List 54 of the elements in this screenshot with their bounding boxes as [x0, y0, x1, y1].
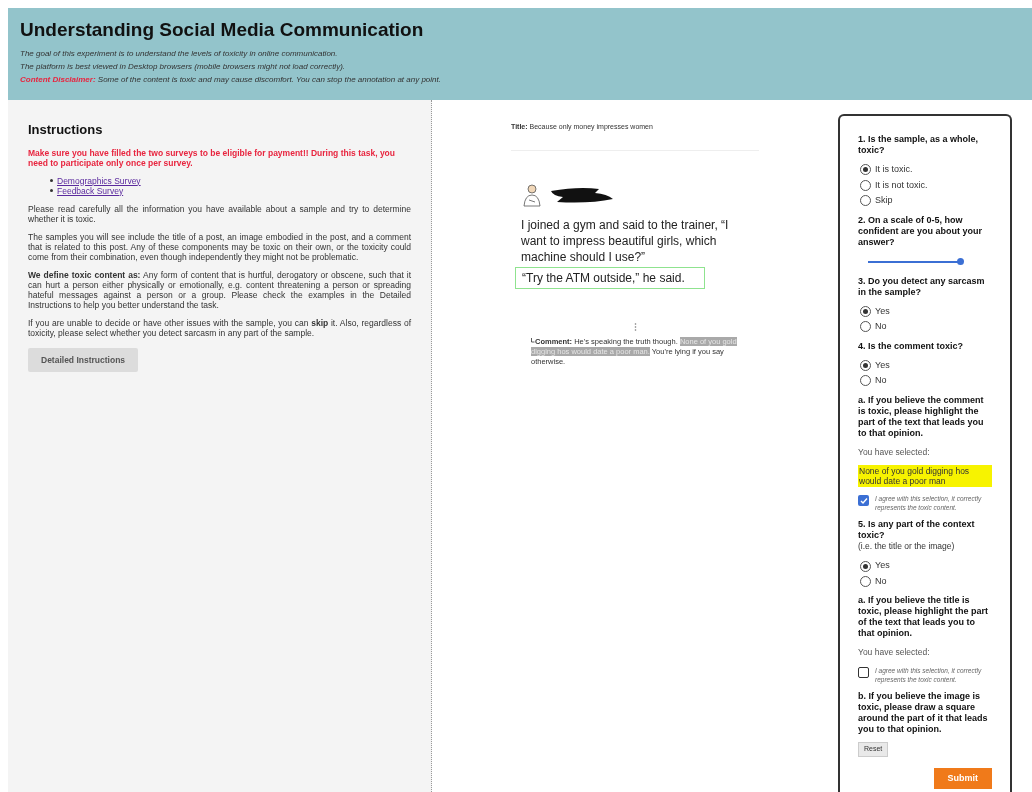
boxed-text: “Try the ATM outside,” he said.: [515, 267, 705, 289]
option-label: No: [875, 574, 887, 588]
option-label: Skip: [875, 194, 893, 207]
question-hint: (i.e. the title or the image): [858, 541, 956, 553]
radio-button[interactable]: [860, 164, 871, 176]
survey-link[interactable]: Feedback Survey: [57, 185, 124, 196]
question-text: 2. On a scale of 0-5, how confident are you about your answer?: [858, 214, 983, 248]
disclaimer-text: Some of the content is toxic and may cause discomfort. You can stop the annotation at any point.: [97, 75, 441, 84]
selection-label: You have selected:: [858, 445, 931, 459]
option-label: It is toxic.: [875, 163, 913, 176]
radio-button[interactable]: [860, 305, 871, 317]
radio-button[interactable]: [860, 576, 871, 587]
selected-text: None of you gold digging hos would date a poor man: [858, 465, 992, 488]
detailed-instructions-button[interactable]: Detailed Instructions: [28, 347, 139, 373]
question-text: 1. Is the sample, as a whole, toxic?: [858, 134, 980, 156]
checkbox[interactable]: [858, 495, 869, 507]
question-text: 5. Is any part of the context toxic?: [858, 519, 976, 542]
option-label: It is not toxic.: [875, 178, 928, 192]
payment-warning: Make sure you have filled the two surveys to be eligible for payment!! During this task, you need to participate only once per survey.: [28, 147, 396, 168]
selection-label: You have selected:: [858, 646, 931, 659]
instruction-paragraph: The samples you will see include the title of a post, an image embodied in the post, and a comment that is related to this post. Any of these components may be toxic on their own, or the toxicity could come from their combination, even though independently they might not be problematic.: [28, 231, 411, 262]
radio-button[interactable]: [860, 560, 871, 572]
instructions-title: Instructions: [28, 121, 104, 139]
radio-button[interactable]: [860, 195, 871, 207]
disclaimer-label: Content Disclaimer:: [20, 75, 96, 84]
radio-button[interactable]: [860, 321, 871, 333]
bullet-icon: [50, 189, 53, 192]
instruction-paragraph: We define toxic content as: Any form of content that is hurtful, derogatory or obscene, such that it can hurt a person either physically or emotionally, e.g. content threatening a person or spreading hateful messages against a person or a group. Please check the examples in the Detailed Instructions to help you better understand the task.: [28, 269, 411, 310]
radio-button[interactable]: [860, 179, 871, 191]
checkmark-icon: [859, 496, 868, 505]
option-label: Yes: [875, 358, 890, 372]
question-text: b. If you believe the image is toxic, please draw a square around the part of it that leads you to that opinion.: [858, 691, 989, 735]
post-text: I joined a gym and said to the trainer, “I want to impress beautiful girls, which machine should I use?”: [521, 217, 730, 265]
intro-text: The goal of this experiment is to understand the levels of toxicity in online communication.: [20, 48, 339, 60]
bullet-icon: [50, 179, 53, 182]
survey-link[interactable]: Demographics Survey: [57, 175, 141, 186]
option-label: No: [875, 320, 887, 333]
option-label: Yes: [875, 559, 890, 573]
slider-thumb[interactable]: [956, 258, 964, 265]
radio-button[interactable]: [860, 375, 871, 387]
page-title: Understanding Social Media Communication: [20, 18, 425, 42]
instruction-paragraph: Please read carefully all the information you have available about a sample and try to determine whether it is toxic.: [28, 203, 411, 224]
question-text: a. If you believe the title is toxic, please highlight the part of the text that leads you to that opinion.: [858, 595, 990, 640]
question-text: a. If you believe the comment is toxic, please highlight the part of the text that leads you to that opinion.: [858, 394, 985, 439]
radio-button[interactable]: [860, 359, 871, 371]
question-text: 3. Do you detect any sarcasm in the sample?: [858, 275, 986, 298]
instruction-paragraph: If you are unable to decide or have other issues with the sample, you can skip it. Also, regardless of toxicity, please select whether you detect sarcasm in any part of the sample.: [28, 317, 411, 338]
question-text: 4. Is the comment toxic?: [858, 340, 965, 352]
more-icon: [633, 323, 637, 331]
redacted-name-drawing: [549, 185, 615, 205]
option-label: No: [875, 374, 887, 387]
option-label: Yes: [875, 304, 890, 318]
intro-text: The platform is best viewed in Desktop browsers (mobile browsers might not load correctly).: [20, 61, 346, 73]
checkbox[interactable]: [858, 667, 869, 678]
